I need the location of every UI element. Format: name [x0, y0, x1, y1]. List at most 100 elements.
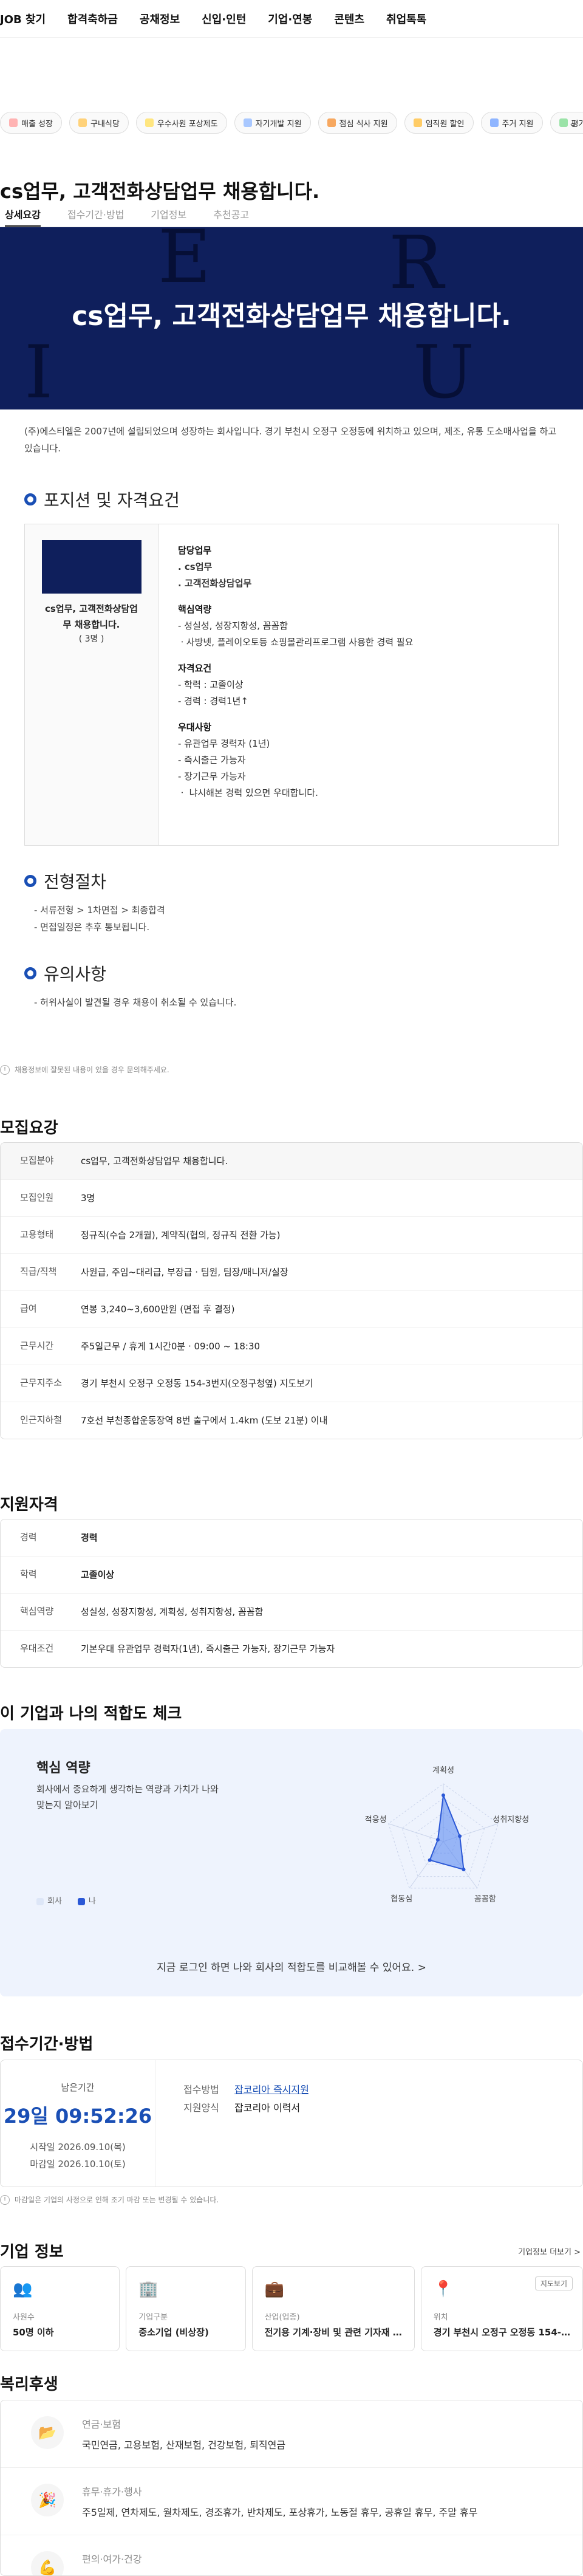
- detail-heading: 우대사항: [178, 722, 212, 733]
- benefit-chip[interactable]: 임직원 할인: [404, 112, 474, 134]
- tab-1[interactable]: 접수기간·방법: [67, 207, 124, 227]
- detail-line: . 고객전화상담업무: [178, 578, 252, 589]
- detail-line: ㆍ 냐시해본 경력 있으면 우대합니다.: [178, 787, 318, 798]
- row-key: 고용형태: [20, 1229, 54, 1240]
- row-value: 경기 부천시 오정구 오정동 154-3번지(오정구청옆) 지도보기: [81, 1378, 313, 1389]
- benefit-icon: [327, 118, 336, 127]
- welfare-title: 연금·보험: [82, 2419, 121, 2430]
- radar-point: [435, 1838, 440, 1842]
- benefit-chips: 매출 성장 구내식당 우수사원 포상제도 자기개발 지원 점심 식사 지원 임직원 할인 주…: [0, 109, 583, 136]
- row-key: 직급/직책: [20, 1266, 57, 1277]
- tab-3[interactable]: 추천공고: [213, 207, 249, 227]
- radar-point: [458, 1834, 462, 1838]
- benefit-chip[interactable]: 점심 식사 지원: [318, 112, 397, 134]
- benefit-label: 구내식당: [90, 119, 120, 129]
- quick-apply-link[interactable]: 잡코리아 즉시지원: [234, 2084, 309, 2095]
- radar-axis-label: 계획성: [432, 1766, 454, 1775]
- fit-legend: 회사 나: [36, 1894, 96, 1906]
- benefit-icon: [413, 118, 422, 127]
- nav-item-4[interactable]: 기업·연봉: [268, 11, 312, 27]
- company-card-label: 위치: [433, 2313, 448, 2322]
- company-card: 🏢 기업구분 중소기업 (비상장): [126, 2266, 246, 2351]
- welfare-icon: 💪: [31, 2551, 64, 2575]
- welfare-title: 휴무·휴가·행사: [82, 2486, 142, 2498]
- nav-item-3[interactable]: 신입·인턴: [202, 11, 246, 27]
- map-button[interactable]: 지도보기: [534, 2276, 573, 2290]
- welfare-item: 🎉 휴무·휴가·행사주5일제, 연차제도, 월차제도, 경조휴가, 반차제도, 포…: [1, 2468, 582, 2535]
- row-value: 고졸이상: [81, 1569, 115, 1580]
- benefit-chip[interactable]: 자기개발 지원: [234, 112, 311, 134]
- table-row: 고용형태 정규직(수습 2개월), 계약직(협의, 정규직 전환 가능): [1, 1217, 582, 1254]
- benefit-icon: [489, 118, 499, 127]
- top-nav: JOB 찾기 합격축하금 공채정보 신입·인턴 기업·연봉 콘텐츠 취업톡톡: [0, 0, 583, 38]
- job-posting-page: JOB 찾기 합격축하금 공채정보 신입·인턴 기업·연봉 콘텐츠 취업톡톡 매출 성장 구내…: [0, 0, 583, 2576]
- tab-0[interactable]: 상세요강: [5, 207, 41, 227]
- radar-point: [462, 1868, 466, 1872]
- detail-heading: 담당업무: [178, 545, 212, 556]
- row-key: 핵심역량: [20, 1606, 54, 1617]
- radar-axis-label: 성취지향성: [493, 1815, 529, 1824]
- summary-table: 모집분야 cs업무, 고객전화상담업무 채용합니다. 모집인원 3명 고용형태 정규직(수…: [0, 1142, 583, 1439]
- end-date: 마감일 2026.10.10(토): [30, 2159, 126, 2170]
- detail-line: ㆍ사방넷, 플레이오토등 쇼핑몰관리프로그램 사용한 경력 필요: [178, 637, 414, 648]
- welfare-title: 편의·여가·건강: [82, 2554, 142, 2565]
- welfare-icon: 🎉: [31, 2484, 64, 2516]
- tab-2[interactable]: 기업정보: [151, 207, 186, 227]
- row-value: 기본우대 유관업무 경력자(1년), 즉시출근 가능자, 장기근무 가능자: [81, 1643, 335, 1654]
- detail-line: - 성실성, 성장지향성, 꼼꼼함: [178, 620, 288, 631]
- benefit-chip[interactable]: 매출 성장: [0, 112, 62, 134]
- legend-company: 회사: [36, 1894, 62, 1906]
- nav-item-5[interactable]: 콘텐츠: [334, 11, 364, 27]
- fit-desc: 회사에서 중요하게 생각하는 역량과 가치가 나와 맞는지 알아보기: [36, 1784, 219, 1810]
- welfare-icon: 📂: [31, 2416, 64, 2449]
- nav-item-0[interactable]: JOB 찾기: [0, 11, 46, 27]
- qualify-table: 경력 경력 학력 고졸이상 핵심역량 성실성, 성장지향성, 계획성, 성취지향성, 꼼꼼…: [0, 1519, 583, 1668]
- fit-card-title: 핵심 역량: [36, 1761, 90, 1776]
- radar-company-series: [429, 1793, 465, 1871]
- radar-axis-label: 적응성: [365, 1815, 387, 1824]
- company-card: 👥 사원수 50명 이하: [0, 2266, 120, 2351]
- login-prompt[interactable]: 지금 로그인 하면 나와 회사의 적합도를 비교해볼 수 있어요. >: [0, 1959, 583, 1974]
- row-value: 경력: [81, 1532, 98, 1543]
- benefit-chip[interactable]: 우수사원 포상제도: [135, 112, 227, 134]
- row-value: 정규직(수습 2개월), 계약직(협의, 정규직 전환 가능): [81, 1230, 281, 1241]
- company-more-link[interactable]: 기업정보 더보기 >: [518, 2245, 581, 2257]
- countdown-timer: 29일 09:52:26: [3, 2105, 152, 2128]
- row-key: 근무지주소: [20, 1377, 63, 1388]
- section-bullet-icon: [24, 967, 36, 979]
- company-card-label: 사원수: [13, 2313, 35, 2322]
- chevron-down-icon[interactable]: ⌄: [568, 115, 578, 130]
- nav-item-6[interactable]: 취업톡톡: [386, 11, 426, 27]
- row-key: 모집인원: [20, 1192, 54, 1203]
- company-card: 💼 산업(업종) 전기용 기계·장비 및 관련 기자재 …: [251, 2266, 415, 2351]
- benefit-label: 자기개발 지원: [255, 119, 302, 129]
- fit-check-box: 핵심 역량 회사에서 중요하게 생각하는 역량과 가치가 나와 맞는지 알아보기…: [0, 1729, 583, 1996]
- welfare-value: 주5일제, 연차제도, 월차제도, 경조휴가, 반차제도, 포상휴가, 노동절 …: [82, 2507, 478, 2518]
- benefit-chip[interactable]: 주거 지원: [480, 112, 543, 134]
- apply-box: 남은기간 29일 09:52:26 시작일 2026.09.10(목) 마감일 …: [0, 2060, 583, 2187]
- benefit-icon: [243, 118, 252, 127]
- row-key: 우대조건: [20, 1643, 54, 1654]
- nav-item-1[interactable]: 합격축하금: [67, 11, 118, 27]
- position-details: 담당업무 . cs업무 . 고객전화상담업무 핵심역량 - 성실성, 성장지향성, 꼼꼼…: [159, 524, 432, 845]
- position-card-title: cs업무, 고객전화상담업무 채용합니다.: [45, 603, 138, 630]
- fit-heading: 이 기업과 나의 적합도 체크: [0, 1705, 182, 1723]
- report-notice[interactable]: ! 채용정보에 잘못된 내용이 있을 경우 문의해주세요.: [0, 1064, 169, 1075]
- detail-line: - 학력 : 고졸이상: [178, 679, 244, 690]
- company-heading: 기업 정보: [0, 2243, 64, 2261]
- nav-item-2[interactable]: 공채정보: [140, 11, 180, 27]
- company-card-value: 전기용 기계·장비 및 관련 기자재 …: [264, 2327, 402, 2338]
- benefit-chip[interactable]: 구내식당: [69, 112, 129, 134]
- process-text: - 서류전형 > 1차면접 > 최종합격 - 면접일정은 추후 통보됩니다.: [34, 905, 165, 933]
- row-value: 연봉 3,240~3,600만원 (면접 후 결정): [81, 1304, 235, 1315]
- table-row: 급여 연봉 3,240~3,600만원 (면접 후 결정): [1, 1291, 582, 1328]
- job-banner: E R I U cs업무, 고객전화상담업무 채용합니다.: [0, 227, 583, 409]
- table-row: 핵심역량 성실성, 성장지향성, 계획성, 성취지향성, 꼼꼼함: [1, 1594, 582, 1631]
- table-row: 모집인원 3명: [1, 1180, 582, 1217]
- benefit-label: 우수사원 포상제도: [157, 119, 218, 129]
- banner-title: cs업무, 고객전화상담업무 채용합니다.: [72, 301, 511, 332]
- company-card-icon: 🏢: [138, 2280, 159, 2298]
- row-key: 근무시간: [20, 1340, 54, 1351]
- company-card-value: 중소기업 (비상장): [138, 2327, 209, 2338]
- start-date: 시작일 2026.09.10(목): [30, 2142, 126, 2153]
